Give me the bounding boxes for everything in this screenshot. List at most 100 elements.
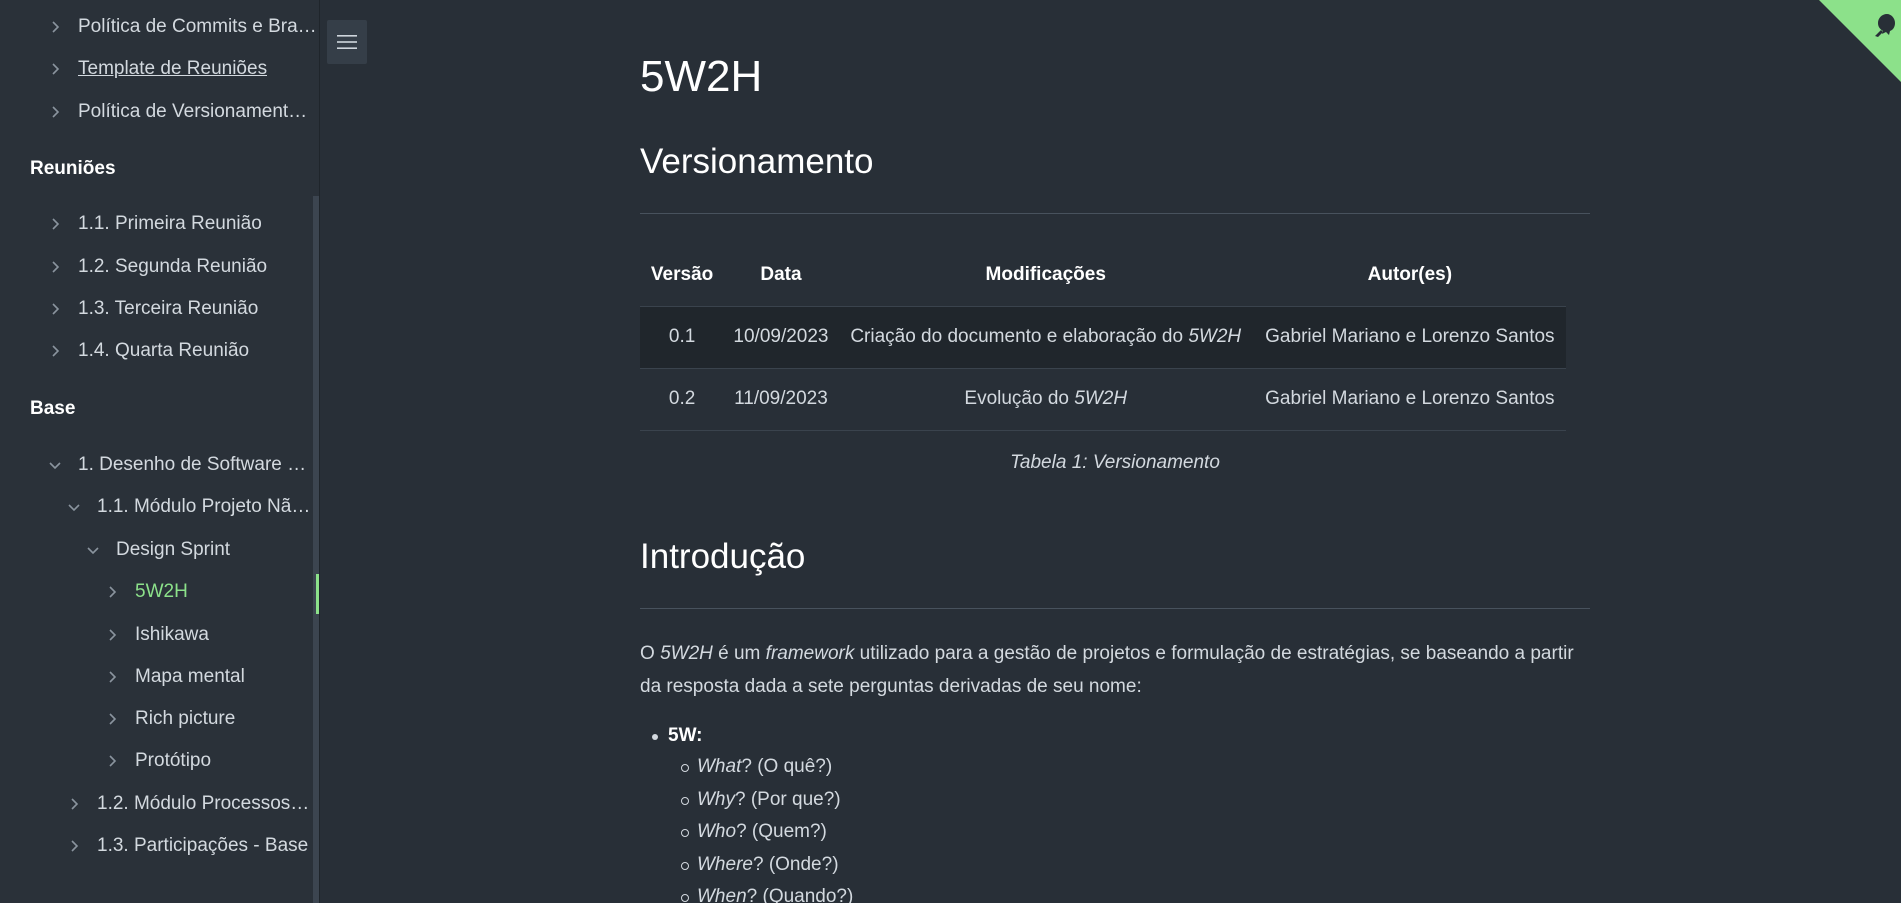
column-header-versao: Versão [650, 263, 714, 285]
table-caption: Tabela 1: Versionamento [1010, 452, 1220, 473]
chevron-right-icon [105, 585, 119, 599]
sidebar-item-design-sprint[interactable]: Design Sprint [86, 535, 312, 565]
text: ? (Por que?) [735, 788, 841, 810]
divider [640, 213, 1590, 214]
menu-toggle-button[interactable] [327, 20, 367, 64]
chevron-right-icon [48, 217, 62, 231]
divider [640, 608, 1590, 609]
cell-text: Criação do documento e elaboração do [850, 326, 1189, 347]
chevron-right-icon [105, 754, 119, 768]
text: ? (Onde?) [752, 853, 839, 875]
sidebar-item-label: 1.2. Módulo Processos/… [97, 793, 312, 814]
list-5w: 5W: What? (O quê?) Why? (Por que?) Who? … [640, 721, 853, 903]
chevron-right-icon [48, 62, 62, 76]
cell-data: 11/09/2023 [724, 367, 838, 431]
cell-emphasis: 5W2H [1188, 326, 1242, 347]
list-item: What? (O quê?) [640, 751, 853, 784]
cell-versao: 0.1 [640, 305, 725, 368]
sidebar-item-label: Rich picture [135, 708, 236, 729]
sidebar-item-label: Ishikawa [135, 624, 209, 645]
text: ? (Quem?) [736, 821, 827, 842]
sidebar-item-segunda-reuniao[interactable]: 1.2. Segunda Reunião [48, 252, 308, 282]
list-item-5w: 5W: [640, 721, 853, 751]
emphasis: 5W2H [660, 643, 713, 664]
sidebar-item-template-reunioes[interactable]: Template de Reuniões [48, 54, 318, 84]
sidebar-scrollbar[interactable] [313, 196, 319, 903]
emphasis: Where [697, 853, 753, 875]
cell-text: Evolução do [964, 388, 1075, 409]
github-corner-icon[interactable] [1819, 0, 1901, 82]
sidebar-item-primeira-reuniao[interactable]: 1.1. Primeira Reunião [48, 209, 308, 239]
chevron-right-icon [48, 260, 62, 274]
column-header-autores: Autor(es) [1367, 263, 1453, 285]
sidebar-section-base: Base [30, 398, 76, 419]
active-item-indicator [316, 574, 319, 614]
sidebar-item-mapa-mental[interactable]: Mapa mental [105, 662, 312, 692]
chevron-right-icon [105, 670, 119, 684]
sidebar-item-label: Protótipo [135, 750, 212, 771]
sidebar-item-terceira-reuniao[interactable]: 1.3. Terceira Reunião [48, 294, 308, 324]
chevron-right-icon [48, 302, 62, 316]
sidebar-item-desenho-software[interactable]: 1. Desenho de Software (… [48, 450, 312, 480]
sidebar-item-label: Mapa mental [135, 666, 245, 687]
sidebar-item-label: 1.2. Segunda Reunião [78, 256, 268, 277]
sidebar-item-label: 5W2H [135, 581, 188, 602]
versioning-table: Versão Data Modificações Autor(es) 0.1 1… [640, 244, 1566, 431]
intro-paragraph: O 5W2H é um framework utilizado para a g… [640, 637, 1590, 703]
sidebar-item-label: Política de Commits e Bra… [78, 16, 317, 37]
chevron-right-icon [67, 797, 81, 811]
page-title: 5W2H [640, 52, 763, 101]
sidebar-item-ishikawa[interactable]: Ishikawa [105, 620, 312, 650]
sidebar-item-label: 1.1. Módulo Projeto Nã… [97, 496, 311, 517]
sidebar-item-label: 1.3. Terceira Reunião [78, 298, 259, 319]
table-header-row: Versão Data Modificações Autor(es) [640, 244, 1566, 306]
chevron-down-icon [48, 458, 62, 472]
section-heading-versionamento: Versionamento [640, 142, 874, 181]
emphasis: Who [697, 821, 737, 842]
sidebar-item-rich-picture[interactable]: Rich picture [105, 704, 312, 734]
text: é um [712, 643, 766, 664]
sidebar-item-label: 1.4. Quarta Reunião [78, 340, 250, 361]
sidebar-item-prototipo[interactable]: Protótipo [105, 746, 312, 776]
chevron-right-icon [48, 105, 62, 119]
sidebar-item-label: Template de Reuniões [78, 58, 268, 79]
sidebar-item-label: Política de Versionament… [78, 101, 308, 122]
sidebar-item-quarta-reuniao[interactable]: 1.4. Quarta Reunião [48, 336, 308, 366]
cell-modificacoes: Criação do documento e elaboração do 5W2… [837, 305, 1254, 368]
hamburger-icon [337, 35, 357, 49]
sidebar-item-modulo-projeto[interactable]: 1.1. Módulo Projeto Nã… [67, 492, 312, 522]
chevron-right-icon [48, 344, 62, 358]
text: ? (Quando?) [746, 886, 854, 903]
cell-versao: 0.2 [640, 367, 725, 431]
section-heading-introducao: Introdução [640, 537, 806, 576]
column-header-data: Data [760, 263, 802, 285]
emphasis: Why [697, 788, 735, 810]
sidebar-item-politica-versionamento[interactable]: Política de Versionament… [48, 97, 308, 127]
sidebar-section-reunioes: Reuniões [30, 158, 116, 179]
emphasis: What [697, 756, 742, 777]
text: O [640, 643, 661, 664]
sidebar-item-label: 1.3. Participações - Base [97, 835, 309, 856]
emphasis: framework [765, 643, 855, 664]
chevron-right-icon [67, 839, 81, 853]
sidebar-item-label: Design Sprint [116, 539, 231, 560]
sidebar: Política de Commits e Bra… Template de R… [0, 0, 320, 903]
cell-emphasis: 5W2H [1074, 388, 1128, 409]
sidebar-item-politica-commits[interactable]: Política de Commits e Bra… [48, 12, 318, 42]
cell-autores: Gabriel Mariano e Lorenzo Santos [1253, 367, 1566, 431]
sidebar-item-participacoes-base[interactable]: 1.3. Participações - Base [67, 831, 312, 861]
chevron-right-icon [105, 628, 119, 642]
cell-autores: Gabriel Mariano e Lorenzo Santos [1253, 305, 1566, 368]
chevron-right-icon [105, 712, 119, 726]
text: ? (O quê?) [741, 756, 833, 777]
list-item: Where? (Onde?) [640, 849, 853, 882]
sidebar-item-label: 1.1. Primeira Reunião [78, 213, 262, 234]
cell-modificacoes: Evolução do 5W2H [837, 367, 1254, 431]
cell-data: 10/09/2023 [724, 305, 838, 368]
column-header-modificacoes: Modificações [985, 263, 1106, 285]
sidebar-item-5w2h[interactable]: 5W2H [105, 577, 312, 607]
emphasis: When [697, 886, 747, 903]
sidebar-item-modulo-processos[interactable]: 1.2. Módulo Processos/… [67, 789, 312, 819]
chevron-down-icon [86, 543, 100, 557]
chevron-down-icon [67, 500, 81, 514]
